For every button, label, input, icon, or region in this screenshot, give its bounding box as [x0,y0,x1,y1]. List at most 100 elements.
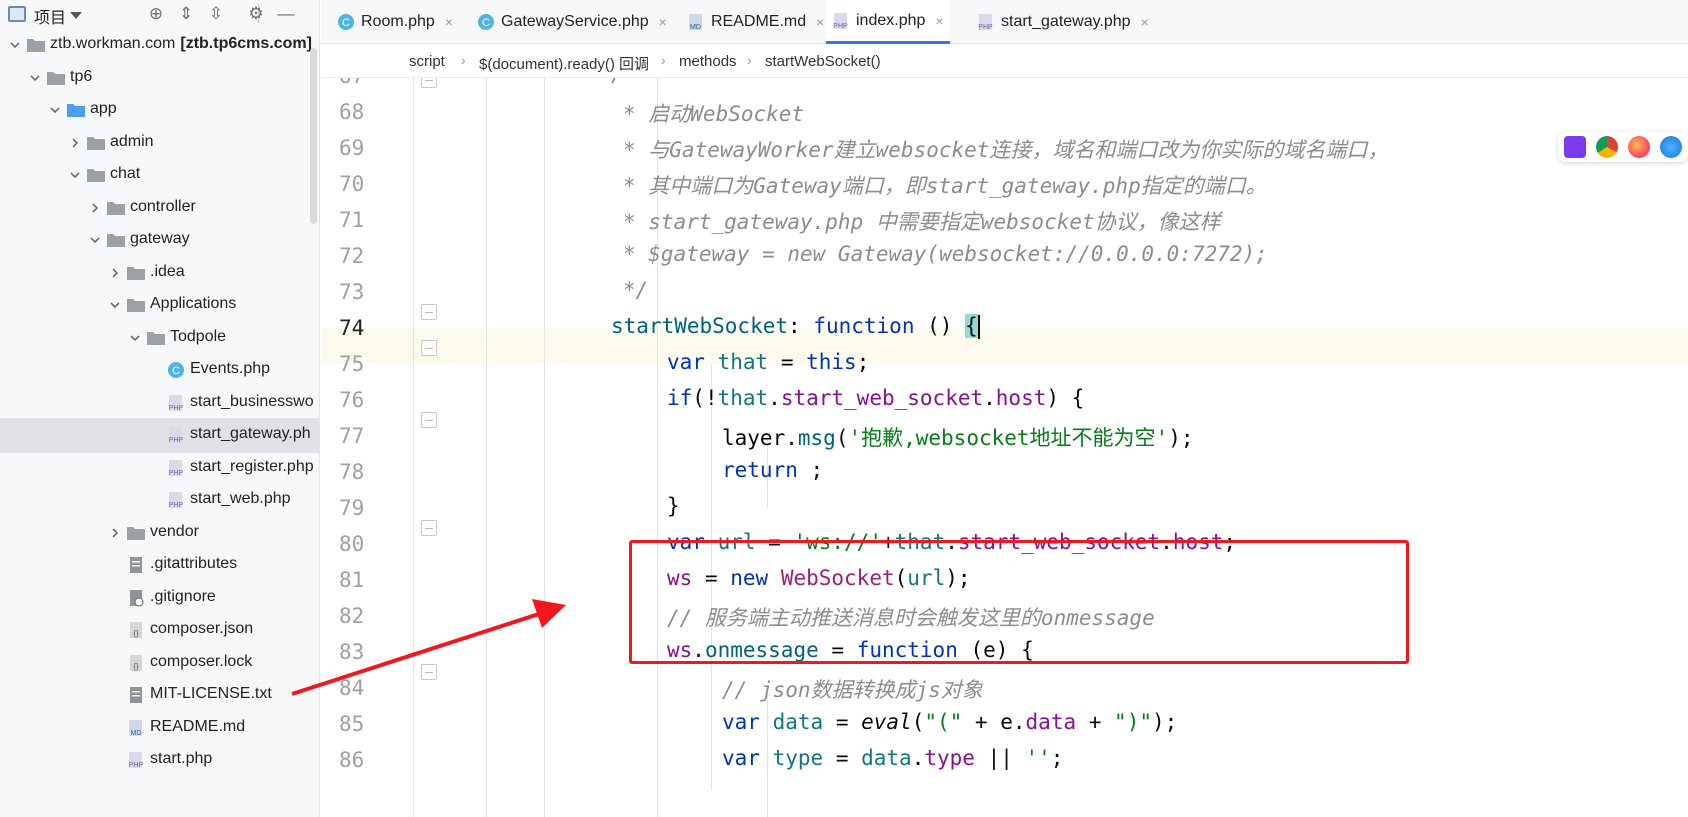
chevron-down-icon[interactable] [8,38,22,52]
tree-item[interactable]: chat [0,158,319,193]
locate-icon[interactable]: ⊕ [146,4,166,24]
project-path-label: [ztb.tp6cms.com] [180,35,312,52]
code-punct: ( [911,710,925,734]
tree-item-label: README.md [150,718,245,736]
tree-item[interactable]: Applications [0,288,319,323]
tree-item[interactable]: ztb.workman.com [ztb.tp6cms.com] [0,28,319,63]
code-line[interactable]: startWebSocket: function () { [611,314,980,339]
tree-item[interactable]: PHP start_register.php [0,451,319,486]
fold-marker-icon[interactable] [421,664,437,680]
close-icon[interactable]: × [445,14,453,30]
tab-index-php[interactable]: PHP index.php × [826,0,950,44]
chevron-down-icon[interactable] [68,168,82,182]
fold-marker-icon[interactable] [421,520,437,536]
fold-marker-icon[interactable] [421,304,437,320]
gear-icon[interactable]: ⚙ [246,4,266,24]
collapse-all-icon[interactable]: ⇳ [206,4,226,24]
chevron-down-icon[interactable] [70,12,82,19]
fold-marker-icon[interactable] [421,412,437,428]
safari-icon[interactable] [1660,136,1682,158]
tab-readme-md[interactable]: MD README.md × [681,0,830,44]
tab-label: Room.php [361,13,435,30]
code-line[interactable]: // json数据转换成js对象 [722,674,983,704]
tree-item[interactable]: PHP start.php [0,743,319,778]
chevron-down-icon[interactable] [108,298,122,312]
tree-item[interactable]: app [0,93,319,128]
tree-item-label: vendor [150,523,199,541]
tab-start-gateway-php[interactable]: PHP start_gateway.php × [971,0,1155,44]
tree-item[interactable]: controller [0,191,319,226]
tree-item[interactable]: vendor [0,516,319,551]
code-line[interactable]: */ [623,278,648,302]
tree-item[interactable]: C Events.php [0,353,319,388]
tree-item[interactable]: admin [0,126,319,161]
chevron-right-icon[interactable] [108,266,122,280]
close-icon[interactable]: × [935,13,943,29]
tree-item-name: start_web.php [190,490,291,507]
chevron-down-icon[interactable] [48,103,62,117]
minimize-icon[interactable]: — [276,4,296,24]
code-line[interactable]: return ; [722,458,823,482]
expand-all-icon[interactable]: ⇕ [176,4,196,24]
tree-item[interactable]: {} composer.lock [0,646,319,681]
code-line[interactable]: if(!that.start_web_socket.host) { [667,386,1084,410]
tree-item[interactable]: MD README.md [0,711,319,746]
chevron-right-icon[interactable] [68,136,82,150]
tree-item[interactable]: PHP start_gateway.ph [0,418,319,453]
chevron-right-icon[interactable] [108,526,122,540]
fold-marker-icon[interactable] [421,78,437,88]
close-icon[interactable]: × [1141,14,1149,30]
code-line[interactable]: } [667,494,680,518]
tab-room-php[interactable]: C Room.php × [331,0,459,44]
code-line[interactable]: /** [611,78,649,86]
code-line[interactable]: var type = data.type || ''; [722,746,1063,770]
tab-gatewayservice-php[interactable]: C GatewayService.php × [471,0,673,44]
close-icon[interactable]: × [816,14,824,30]
tree-item[interactable]: PHP start_web.php [0,483,319,518]
breadcrumb-item-methods[interactable]: methods [679,53,737,70]
chevron-right-icon[interactable] [88,201,102,215]
breadcrumb-item-script[interactable]: script [409,53,445,70]
chevron-down-icon[interactable] [128,331,142,345]
sidebar-scrollbar[interactable] [310,48,317,224]
sidebar-title[interactable]: 项目 [34,4,66,28]
tree-item-name: gateway [130,230,190,247]
close-icon[interactable]: × [659,14,667,30]
code-line[interactable]: * 启动WebSocket [623,98,804,128]
code-line[interactable]: * 与GatewayWorker建立websocket连接，域名和端口改为你实际… [623,134,1388,164]
code-line[interactable]: * 其中端口为Gateway端口，即start_gateway.php指定的端口… [623,170,1267,200]
fold-marker-icon[interactable] [421,340,437,356]
file-file-icon [126,686,146,704]
chrome-icon[interactable] [1596,136,1618,158]
tree-item[interactable]: .gitignore [0,581,319,616]
folder-icon [126,524,146,542]
chevron-down-icon[interactable] [88,233,102,247]
tree-item[interactable]: .idea [0,256,319,291]
tree-item[interactable]: gateway [0,223,319,258]
tree-item[interactable]: .gitattributes [0,548,319,583]
tree-item[interactable]: Todpole [0,321,319,356]
chevron-down-icon[interactable] [28,71,42,85]
code-line[interactable]: var data = eval("(" + e.data + ")"); [722,710,1177,734]
project-view-icon[interactable] [8,6,26,22]
folder-icon [26,36,46,54]
tree-item[interactable]: tp6 [0,61,319,96]
tree-item-label: .idea [150,263,185,281]
tree-item[interactable]: MIT-LICENSE.txt [0,678,319,713]
tree-item-name: chat [110,165,141,182]
code-line[interactable]: * $gateway = new Gateway(websocket://0.0… [623,242,1268,266]
code-punct: } [667,494,680,518]
code-line[interactable]: layer.msg('抱歉,websocket地址不能为空'); [722,422,1193,452]
breadcrumb-item-ready-callback[interactable]: $(document).ready() 回调 [479,53,649,74]
code-line[interactable]: var that = this; [667,350,869,374]
tree-item[interactable]: PHP start_businesswo [0,386,319,421]
code-editor[interactable]: 67 68 69 70 71 72 73 74 75 76 77 78 79 80 81 82 83 84 85 86… [321,78,1688,817]
tree-item-name: Applications [150,295,237,312]
firefox-icon[interactable] [1628,136,1650,158]
code-token: eval [861,710,912,734]
tree-item[interactable]: {} composer.json [0,613,319,648]
code-line[interactable]: * start_gateway.php 中需要指定websocket协议，像这样 [623,206,1221,236]
tree-item-name: .gitattributes [150,555,238,572]
breadcrumb-item-startwebsocket[interactable]: startWebSocket() [765,53,881,70]
phpstorm-icon[interactable] [1564,136,1586,158]
